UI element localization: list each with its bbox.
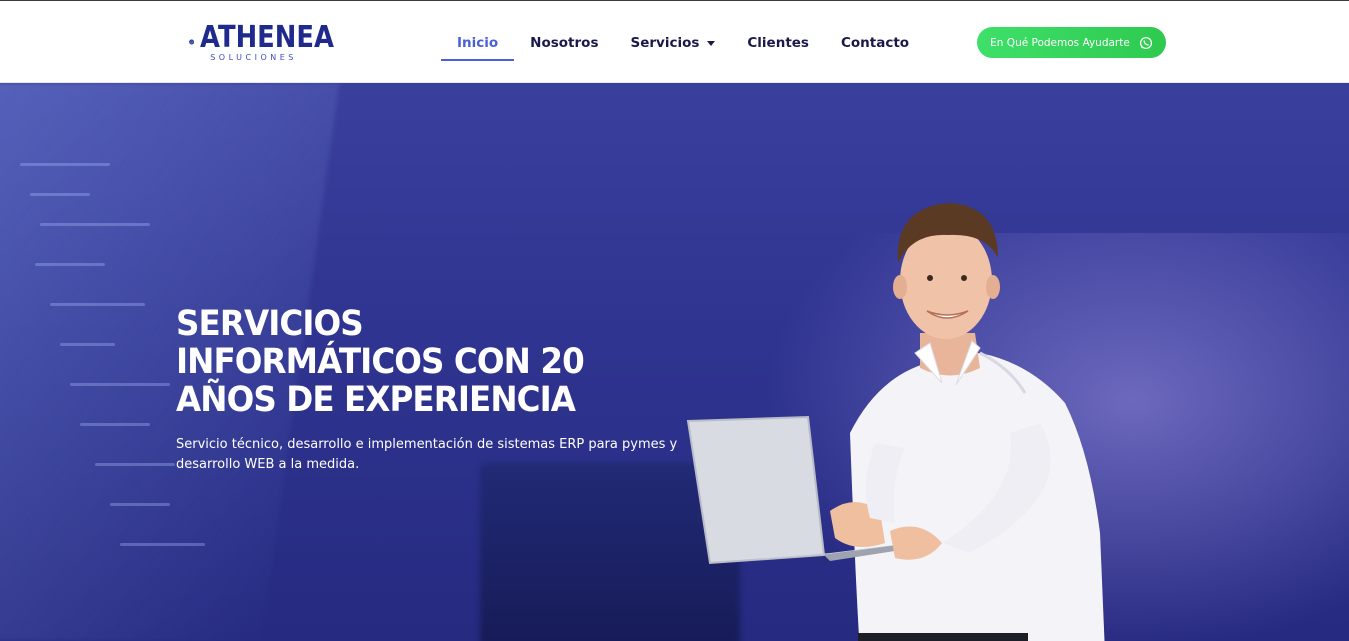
logo[interactable]: ATHENEA SOLUCIONES xyxy=(186,17,356,67)
hero-title-line: AÑOS DE EXPERIENCIA xyxy=(176,380,576,420)
nav-item-label: Nosotros xyxy=(530,35,599,51)
help-button-label: En Qué Podemos Ayudarte xyxy=(990,36,1130,49)
nav-item-servicios[interactable]: Servicios xyxy=(614,25,731,61)
hero-title-line: INFORMÁTICOS CON 20 xyxy=(176,342,585,382)
main-nav: Inicio Nosotros Servicios Clientes Conta… xyxy=(441,25,925,61)
hero-title-line: SERVICIOS xyxy=(176,304,364,344)
hero-subtitle-line: desarrollo WEB a la medida. xyxy=(176,457,360,472)
nav-item-clientes[interactable]: Clientes xyxy=(731,25,825,61)
nav-item-inicio[interactable]: Inicio xyxy=(441,25,515,61)
nav-item-label: Servicios xyxy=(630,35,700,51)
whatsapp-icon xyxy=(1139,36,1152,49)
hero-subtitle-line: Servicio técnico, desarrollo e implement… xyxy=(176,437,678,452)
nav-item-label: Clientes xyxy=(747,35,809,51)
help-button[interactable]: En Qué Podemos Ayudarte xyxy=(977,27,1166,58)
hero-subtitle: Servicio técnico, desarrollo e implement… xyxy=(176,435,696,475)
nav-item-contacto[interactable]: Contacto xyxy=(825,25,925,61)
logo-name: ATHENEA xyxy=(200,19,335,55)
nav-item-label: Contacto xyxy=(840,35,910,51)
nav-item-label: Inicio xyxy=(457,35,499,51)
hero-section: SERVICIOS INFORMÁTICOS CON 20 AÑOS DE EX… xyxy=(0,83,1349,641)
nav-item-nosotros[interactable]: Nosotros xyxy=(514,25,614,61)
globe-icon xyxy=(189,39,195,45)
man-with-laptop-image xyxy=(686,203,1105,641)
site-header: ATHENEA SOLUCIONES Inicio Nosotros Servi… xyxy=(0,0,1349,83)
caret-down-icon xyxy=(707,40,716,46)
hero-title: SERVICIOS INFORMÁTICOS CON 20 AÑOS DE EX… xyxy=(176,305,696,419)
